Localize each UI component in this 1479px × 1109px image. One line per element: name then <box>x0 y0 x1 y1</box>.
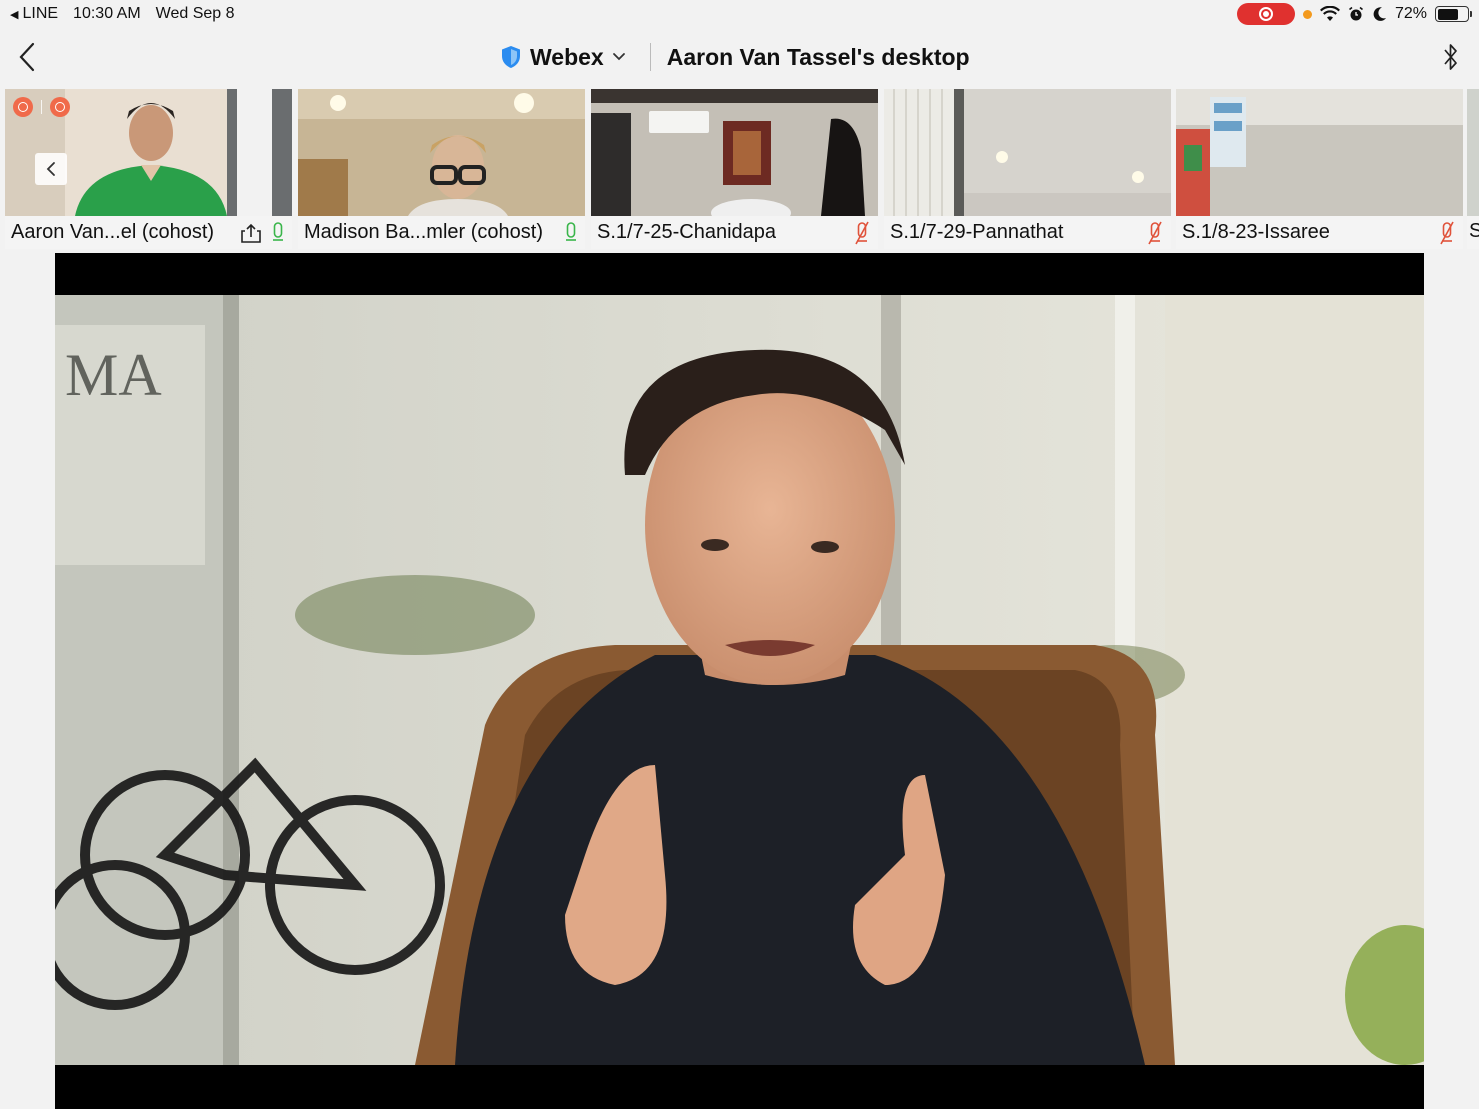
svg-text:MA: MA <box>65 342 162 408</box>
participant-name: S.1/7-25-Chanidapa <box>597 221 777 243</box>
participant-tile-partial[interactable]: S <box>1467 89 1479 249</box>
status-right: 72% <box>1236 3 1472 25</box>
participant-tile[interactable]: Madison Ba...mler (cohost) <box>298 89 585 249</box>
battery-level-fill <box>1437 8 1459 20</box>
battery-percent: 72% <box>1394 5 1427 22</box>
mic-muted-icon <box>1148 221 1162 244</box>
wifi-icon <box>1319 6 1340 21</box>
mic-in-use-icon <box>1302 9 1312 19</box>
back-to-app-icon[interactable]: ◀ <box>10 8 18 21</box>
participant-video <box>298 89 585 216</box>
mic-on-icon <box>566 221 576 241</box>
screen-record-icon[interactable] <box>1236 3 1295 25</box>
webex-meeting-screen: ◀ LINE 10:30 AM Wed Sep 8 72% Webex Aaro… <box>0 0 1479 1109</box>
mic-on-icon <box>273 221 283 241</box>
mic-muted-icon <box>855 221 869 244</box>
shared-content-title: Aaron Van Tassel's desktop <box>666 43 970 70</box>
participant-name-partial: S <box>1469 220 1479 242</box>
app-title-menu[interactable]: Webex <box>530 44 604 71</box>
battery-icon <box>1435 6 1472 22</box>
chevron-left-icon <box>46 162 55 176</box>
participant-name-bar: S.1/8-23-Issaree <box>1176 216 1463 249</box>
alarm-icon <box>1348 6 1363 21</box>
participant-video <box>591 89 878 216</box>
back-chevron-icon <box>19 42 35 72</box>
participant-name: Madison Ba...mler (cohost) <box>304 221 543 243</box>
nav-title-group: Webex Aaron Van Tassel's desktop <box>500 28 970 86</box>
participant-video <box>1176 89 1463 216</box>
participant-name: S.1/7-29-Pannathat <box>890 221 1064 243</box>
participant-name: Aaron Van...el (cohost) <box>11 221 215 243</box>
status-date: Wed Sep 8 <box>155 5 235 22</box>
mic-muted-icon <box>1440 221 1454 244</box>
recording-indicator <box>13 97 70 117</box>
shared-video-frame: MA <box>55 295 1424 1065</box>
participant-tile[interactable]: S.1/8-23-Issaree <box>1176 89 1463 249</box>
participant-name-bar: S <box>1467 216 1479 249</box>
back-to-app-label[interactable]: LINE <box>22 5 58 23</box>
participant-tile[interactable]: S.1/7-25-Chanidapa <box>591 89 878 249</box>
record-icon <box>13 97 33 117</box>
participant-tile[interactable]: Aaron Van...el (cohost) <box>5 89 292 249</box>
participant-tile[interactable]: S.1/7-29-Pannathat <box>884 89 1171 249</box>
back-button[interactable] <box>12 40 42 74</box>
participant-name-bar: Aaron Van...el (cohost) <box>5 216 292 249</box>
chevron-down-icon[interactable] <box>612 52 626 62</box>
participant-name-bar: S.1/7-25-Chanidapa <box>591 216 878 249</box>
participant-name-bar: Madison Ba...mler (cohost) <box>298 216 585 249</box>
record-icon <box>50 97 70 117</box>
status-time: 10:30 AM <box>73 5 141 22</box>
nav-divider <box>649 43 651 71</box>
nav-bar: Webex Aaron Van Tassel's desktop <box>0 28 1479 86</box>
participant-video <box>884 89 1171 216</box>
participant-name: S.1/8-23-Issaree <box>1182 221 1330 243</box>
share-icon <box>241 223 261 243</box>
participant-name-bar: S.1/7-29-Pannathat <box>884 216 1171 249</box>
participant-filmstrip: Aaron Van...el (cohost) Madison Ba...mle… <box>0 89 1479 249</box>
status-left: ◀ LINE 10:30 AM Wed Sep 8 <box>10 5 235 23</box>
bluetooth-button[interactable] <box>1439 40 1463 74</box>
shared-content-view[interactable]: MA <box>55 253 1424 1109</box>
status-bar: ◀ LINE 10:30 AM Wed Sep 8 72% <box>0 0 1479 28</box>
filmstrip-prev-button[interactable] <box>35 153 67 185</box>
bluetooth-icon <box>1444 44 1457 70</box>
shield-icon <box>502 46 520 68</box>
moon-icon <box>1373 7 1386 21</box>
